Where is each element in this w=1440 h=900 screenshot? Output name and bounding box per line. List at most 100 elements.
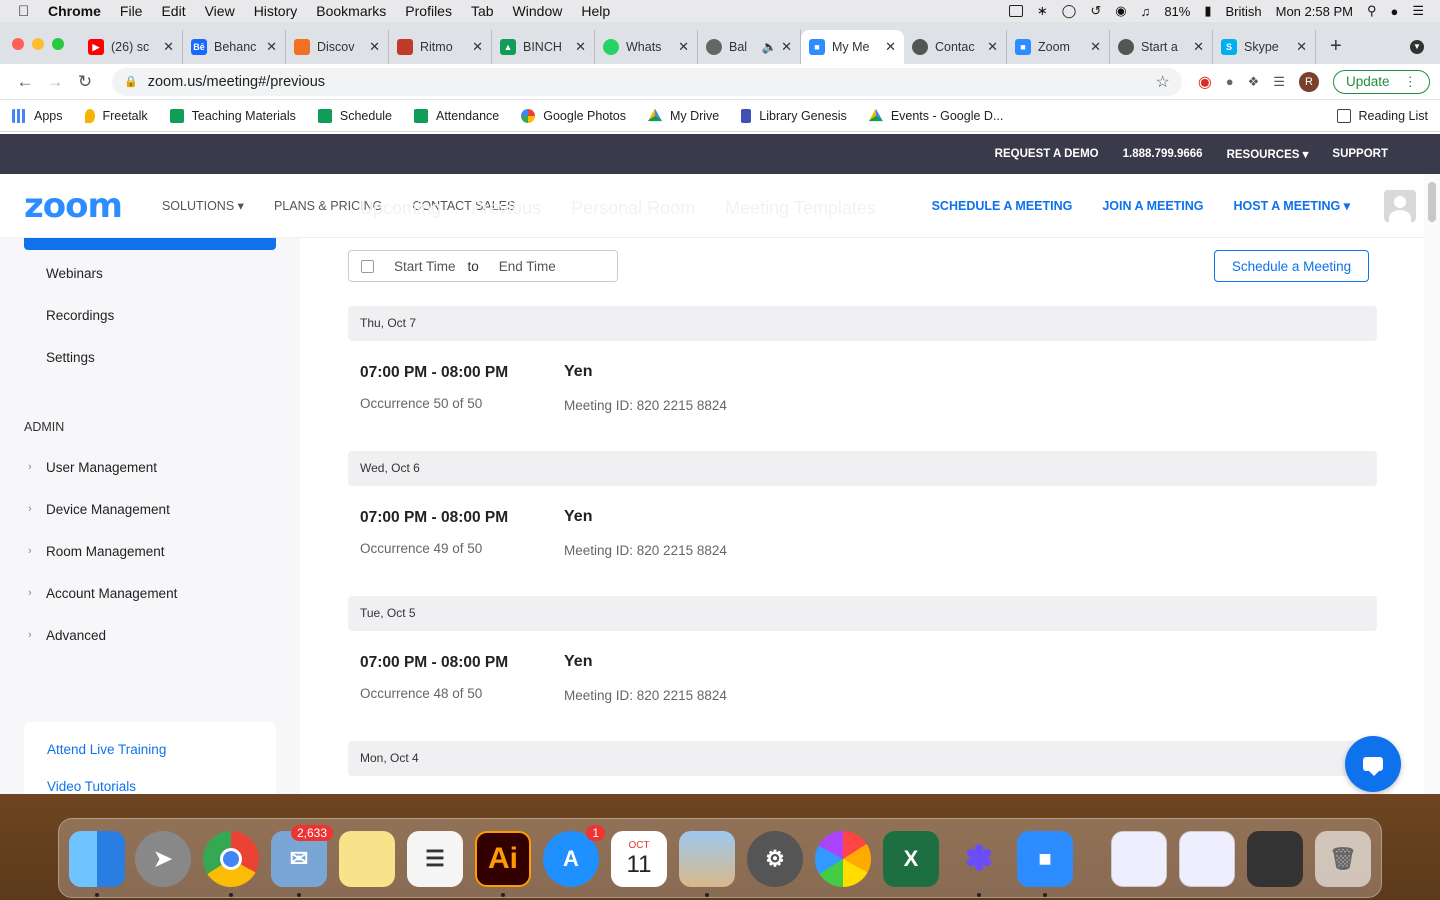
zoom-window-button[interactable] (52, 38, 64, 50)
bookmark-teaching-materials[interactable]: Teaching Materials (169, 108, 296, 123)
new-tab-button[interactable]: + (1330, 35, 1342, 58)
chevron-right-icon[interactable]: › (28, 461, 32, 473)
end-time-field[interactable]: End Time (499, 259, 556, 274)
bookmark-attendance[interactable]: Attendance (414, 108, 499, 123)
close-tab-icon[interactable]: ✕ (781, 39, 792, 55)
menu-tab[interactable]: Tab (471, 3, 494, 19)
calendar-icon[interactable]: OCT 11 (611, 831, 667, 887)
meeting-topic-link[interactable]: Yen (564, 653, 592, 671)
bookmark-my-drive[interactable]: My Drive (647, 108, 719, 123)
excel-icon[interactable]: X (883, 831, 939, 887)
bookmark-star-icon[interactable]: ☆ (1155, 72, 1169, 92)
close-tab-icon[interactable]: ✕ (1090, 39, 1101, 55)
bookmark-apps[interactable]: Apps (12, 108, 63, 123)
browser-tab[interactable]: S Skype ✕ (1213, 30, 1316, 64)
menu-help[interactable]: Help (581, 3, 610, 19)
back-button[interactable]: ← (10, 72, 40, 92)
apple-menu-icon[interactable]:  (18, 3, 34, 20)
chevron-right-icon[interactable]: › (28, 587, 32, 599)
bookmark-library-genesis[interactable]: Library Genesis (741, 108, 847, 123)
illustrator-icon[interactable]: Ai (475, 831, 531, 887)
browser-tab[interactable]: Whats ✕ (595, 30, 698, 64)
time-machine-icon[interactable]: ↺ (1090, 3, 1101, 19)
clock[interactable]: Mon 2:58 PM (1276, 4, 1353, 19)
sidebar-item-room-management[interactable]: Room Management (46, 544, 165, 559)
contact-sales-link[interactable]: CONTACT SALES (412, 199, 515, 213)
browser-tab-active[interactable]: ■ My Me ✕ (801, 30, 904, 64)
chevron-right-icon[interactable]: › (28, 503, 32, 515)
request-demo-link[interactable]: REQUEST A DEMO (995, 148, 1099, 160)
date-range-picker[interactable]: Start Time to End Time (348, 250, 618, 282)
volume-icon[interactable]: ♫ (1141, 4, 1151, 19)
photos-icon[interactable] (815, 831, 871, 887)
recent-document-thumbnail[interactable] (1111, 831, 1167, 887)
browser-tab[interactable]: ▲ BINCH ✕ (492, 30, 595, 64)
scrollbar-thumb[interactable] (1428, 182, 1436, 222)
recent-illustrator-file[interactable] (1247, 831, 1303, 887)
zoom-logo[interactable]: zoom (24, 186, 123, 226)
notes-icon[interactable] (339, 831, 395, 887)
menu-bookmarks[interactable]: Bookmarks (316, 3, 386, 19)
url-text[interactable]: zoom.us/meeting#/previous (148, 74, 325, 90)
reminders-icon[interactable]: ☰ (407, 831, 463, 887)
sidebar-item-account-management[interactable]: Account Management (46, 586, 177, 601)
menu-view[interactable]: View (205, 3, 235, 19)
preview-icon[interactable] (679, 831, 735, 887)
media-control-icon[interactable]: ☰ (1273, 74, 1285, 90)
browser-tab[interactable]: ■ Zoom ✕ (1007, 30, 1110, 64)
solutions-menu[interactable]: SOLUTIONS ▾ (162, 198, 244, 213)
close-tab-icon[interactable]: ✕ (1296, 39, 1307, 55)
user-avatar[interactable] (1384, 189, 1416, 222)
spotlight-icon[interactable]: ⚲ (1367, 3, 1377, 19)
phone-number-link[interactable]: 1.888.799.9666 (1123, 148, 1203, 160)
close-tab-icon[interactable]: ✕ (1193, 39, 1204, 55)
app-store-icon[interactable]: A1 (543, 825, 605, 887)
reading-list[interactable]: Reading List (1336, 108, 1428, 123)
update-button[interactable]: Update ⋮ (1332, 69, 1430, 94)
wifi-icon[interactable]: ◉ (1115, 3, 1126, 19)
sidebar-item-settings[interactable]: Settings (46, 350, 95, 365)
plans-pricing-link[interactable]: PLANS & PRICING (274, 199, 382, 213)
extensions-puzzle-icon[interactable]: ❖ (1248, 74, 1260, 90)
menu-profiles[interactable]: Profiles (405, 3, 452, 19)
chat-support-button[interactable] (1345, 736, 1401, 792)
sidebar-item-user-management[interactable]: User Management (46, 460, 157, 475)
browser-tab[interactable]: Bē Behanc ✕ (183, 30, 286, 64)
system-preferences-icon[interactable]: ⚙ (747, 831, 803, 887)
sidebar-item-meetings-active[interactable] (24, 238, 276, 250)
sidebar-item-advanced[interactable]: Advanced (46, 628, 106, 643)
support-link[interactable]: SUPPORT (1332, 148, 1388, 160)
bookmark-freetalk[interactable]: Freetalk (84, 108, 148, 123)
zoom-app-icon[interactable]: ■ (1017, 831, 1073, 887)
meeting-topic-link[interactable]: Yen (564, 508, 592, 526)
resources-menu[interactable]: RESOURCES ▾ (1227, 147, 1309, 161)
chrome-icon[interactable] (203, 831, 259, 887)
trash-icon[interactable]: 🗑 (1315, 831, 1371, 887)
browser-tab[interactable]: ▶ (26) sc ✕ (80, 30, 183, 64)
close-tab-icon[interactable]: ✕ (885, 39, 896, 55)
video-tutorials-link[interactable]: Video Tutorials (47, 779, 136, 794)
menu-file[interactable]: File (120, 3, 143, 19)
minimize-window-button[interactable] (32, 38, 44, 50)
browser-tab[interactable]: Start a ✕ (1110, 30, 1213, 64)
forward-button[interactable]: → (40, 72, 70, 92)
siri-icon[interactable]: ● (1390, 4, 1398, 19)
browser-tab[interactable]: Contac ✕ (904, 30, 1007, 64)
sidebar-item-webinars[interactable]: Webinars (46, 266, 103, 281)
join-meeting-link[interactable]: JOIN A MEETING (1102, 199, 1203, 213)
close-tab-icon[interactable]: ✕ (575, 39, 586, 55)
chevron-right-icon[interactable]: › (28, 545, 32, 557)
start-time-field[interactable]: Start Time (394, 259, 456, 274)
launchpad-icon[interactable]: ➤ (135, 831, 191, 887)
bookmark-google-photos[interactable]: Google Photos (521, 108, 626, 123)
zoom-status-icon[interactable] (1008, 5, 1023, 17)
close-window-button[interactable] (12, 38, 24, 50)
attend-live-training-link[interactable]: Attend Live Training (47, 742, 166, 757)
bookmark-events[interactable]: Events - Google D... (868, 108, 1003, 123)
page-scrollbar[interactable] (1424, 174, 1440, 794)
address-bar[interactable]: 🔒 zoom.us/meeting#/previous ☆ (112, 67, 1182, 96)
extension-gray-icon[interactable]: ● (1226, 74, 1234, 89)
browser-tab[interactable]: Ritmo ✕ (389, 30, 492, 64)
schedule-meeting-button[interactable]: Schedule a Meeting (1214, 250, 1369, 282)
close-tab-icon[interactable]: ✕ (472, 39, 483, 55)
